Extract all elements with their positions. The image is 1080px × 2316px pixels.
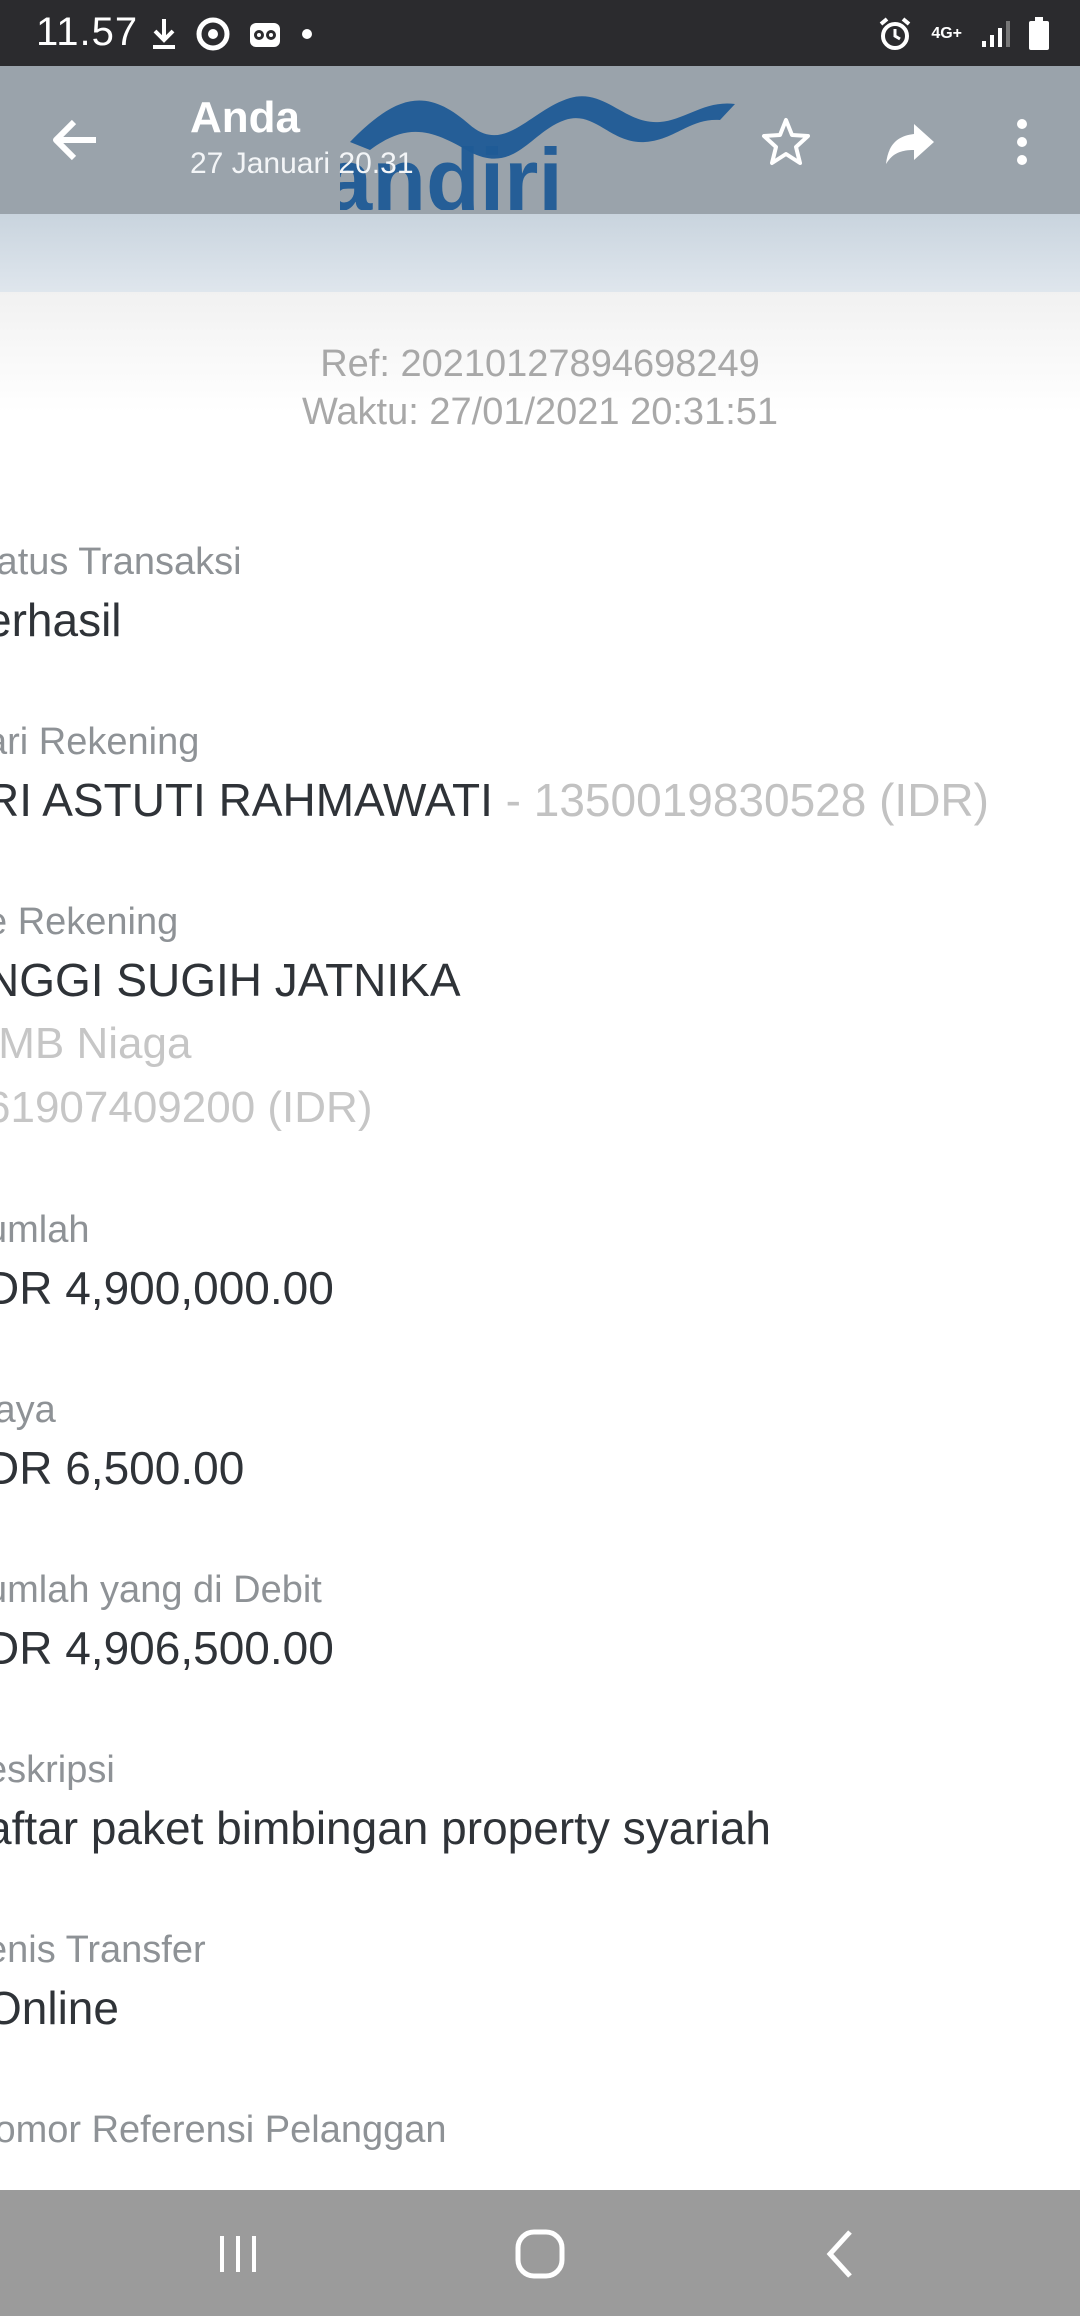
jumlah-debit-field: umlah yang di Debit DR 4,906,500.00 xyxy=(0,1564,1080,1744)
field-value: DR 4,906,500.00 xyxy=(0,1622,334,1674)
field-value: DR 4,900,000.00 xyxy=(0,1262,334,1314)
field-label: umlah xyxy=(0,1209,90,1251)
dot-icon xyxy=(302,29,312,39)
back-nav-icon[interactable] xyxy=(810,2222,874,2286)
status-transaksi-field: tatus Transaksi erhasil xyxy=(0,536,1080,716)
recent-apps-icon[interactable] xyxy=(206,2222,270,2286)
field-label: eskripsi xyxy=(0,1749,115,1791)
transaction-time: Waktu: 27/01/2021 20:31:51 xyxy=(301,391,779,433)
field-value: erhasil xyxy=(0,594,122,646)
sender-title: Anda xyxy=(190,93,300,142)
download-icon xyxy=(153,19,175,49)
home-icon[interactable] xyxy=(508,2222,572,2286)
status-time: 11.57 xyxy=(36,10,139,54)
transaction-ref-block: Ref: 20210127894698249 Waktu: 27/01/2021… xyxy=(0,340,1080,436)
back-arrow-icon[interactable] xyxy=(48,112,104,168)
reference-number: Ref: 20210127894698249 xyxy=(320,343,760,385)
field-label: e Rekening xyxy=(0,901,179,943)
ke-rekening-field: e Rekening NGGI SUGIH JATNIKA IMB Niaga … xyxy=(0,896,1080,1204)
field-label: enis Transfer xyxy=(0,1929,206,1971)
system-nav-bar xyxy=(0,2190,1080,2316)
receipt-fields: tatus Transaksi erhasil ari Rekening RI … xyxy=(0,536,1080,2156)
account-name: RI ASTUTI RAHMAWATI xyxy=(0,774,493,826)
field-value: DR 6,500.00 xyxy=(0,1442,245,1494)
field-label: tatus Transaksi xyxy=(0,541,242,583)
forward-icon[interactable] xyxy=(882,114,938,170)
more-options-icon[interactable] xyxy=(1002,114,1058,170)
star-icon[interactable] xyxy=(758,114,814,170)
signal-icon xyxy=(982,21,1010,47)
tripadvisor-icon xyxy=(250,23,280,47)
account-number: 61907409200 (IDR) xyxy=(0,1083,373,1132)
field-value: NGGI SUGIH JATNIKA xyxy=(0,954,461,1006)
field-label: iaya xyxy=(0,1389,56,1431)
field-label: ari Rekening xyxy=(0,721,200,763)
alarm-icon xyxy=(880,17,911,50)
bank-name: IMB Niaga xyxy=(0,1019,192,1068)
header-band xyxy=(0,214,1080,292)
message-date: 27 Januari 20.31 xyxy=(190,147,414,180)
nomor-referensi-field: lomor Referensi Pelanggan xyxy=(0,2104,1080,2156)
navigation-app-icon xyxy=(196,17,230,51)
jumlah-field: umlah DR 4,900,000.00 xyxy=(0,1204,1080,1384)
dari-rekening-field: ari Rekening RI ASTUTI RAHMAWATI - 13500… xyxy=(0,716,1080,896)
jenis-transfer-field: enis Transfer Online xyxy=(0,1924,1080,2104)
field-label: lomor Referensi Pelanggan xyxy=(0,2109,447,2151)
battery-icon xyxy=(1029,17,1049,50)
field-label: umlah yang di Debit xyxy=(0,1569,322,1611)
field-value: RI ASTUTI RAHMAWATI - 1350019830528 (IDR… xyxy=(0,768,1080,832)
status-bar: 11.57 4G+ xyxy=(0,0,1080,66)
field-value: Online xyxy=(0,1982,119,2034)
biaya-field: iaya DR 6,500.00 xyxy=(0,1384,1080,1564)
account-number: - 1350019830528 (IDR) xyxy=(492,774,989,826)
deskripsi-field: eskripsi aftar paket bimbingan property … xyxy=(0,1744,1080,1924)
app-bar: mandiri Anda 27 Januari 20.31 xyxy=(0,66,1080,214)
chat-title-block: Anda 27 Januari 20.31 xyxy=(190,92,414,184)
network-type: 4G+ xyxy=(931,25,962,42)
field-value: aftar paket bimbingan property syariah xyxy=(0,1802,771,1854)
